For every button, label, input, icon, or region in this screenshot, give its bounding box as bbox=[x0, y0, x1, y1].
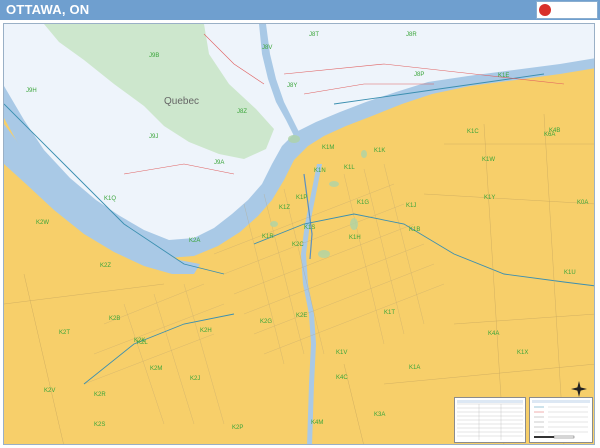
postal-K3A: K3A bbox=[374, 412, 385, 418]
postal-K2A: K2A bbox=[189, 238, 200, 244]
postal-K2J: K2J bbox=[190, 376, 200, 382]
postal-K1V: K1V bbox=[336, 350, 347, 356]
postal-K2V: K2V bbox=[44, 388, 55, 394]
postal-K2G: K2G bbox=[260, 319, 272, 325]
postal-K2L: K2L bbox=[137, 340, 148, 346]
postal-K2R: K2R bbox=[94, 392, 106, 398]
postal-J8Y: J8Y bbox=[287, 83, 297, 89]
postal-K2H: K2H bbox=[200, 328, 212, 334]
title-bar: OTTAWA, ON bbox=[0, 0, 600, 20]
legend-panel bbox=[529, 397, 593, 443]
logo-badge-icon bbox=[539, 4, 551, 16]
postal-K1Y: K1Y bbox=[484, 195, 495, 201]
postal-K2P: K2P bbox=[232, 425, 243, 431]
postal-K2W: K2W bbox=[36, 220, 49, 226]
map-canvas[interactable]: Quebec J9B J8V J8T J8R J9H J9J J8Z J8Y J… bbox=[3, 23, 595, 445]
postal-J9J: J9J bbox=[149, 134, 158, 140]
postal-K4C: K4C bbox=[336, 375, 348, 381]
postal-K2T: K2T bbox=[59, 330, 70, 336]
postal-K1Z: K1Z bbox=[279, 205, 290, 211]
postal-K1R: K1R bbox=[262, 234, 274, 240]
postal-K1P: K1P bbox=[296, 195, 307, 201]
postal-K2B: K2B bbox=[109, 316, 120, 322]
postal-J8V: J8V bbox=[262, 45, 272, 51]
legend-lines bbox=[532, 400, 590, 439]
postal-K1C: K1C bbox=[467, 129, 479, 135]
postal-J8P: J8P bbox=[414, 72, 424, 78]
postal-K1E: K1E bbox=[498, 73, 509, 79]
rideau-river bbox=[301, 164, 322, 444]
postal-J8Z: J8Z bbox=[237, 109, 247, 115]
place-label-quebec: Quebec bbox=[164, 96, 199, 107]
postal-J9A: J9A bbox=[214, 160, 224, 166]
postal-K1Q: K1Q bbox=[104, 196, 116, 202]
street-index-lines bbox=[457, 400, 523, 440]
postal-K1N: K1N bbox=[314, 168, 326, 174]
postal-J8R: J8R bbox=[406, 32, 417, 38]
postal-K6A: K6A bbox=[544, 132, 555, 138]
postal-K2S: K2S bbox=[94, 422, 105, 428]
publisher-logo bbox=[536, 1, 598, 19]
postal-J9H: J9H bbox=[26, 88, 37, 94]
map-svg: Quebec J9B J8V J8T J8R J9H J9J J8Z J8Y J… bbox=[4, 24, 594, 444]
postal-K1X: K1X bbox=[517, 350, 528, 356]
postal-K1G: K1G bbox=[357, 200, 369, 206]
postal-K2Z: K2Z bbox=[100, 263, 111, 269]
map-title: OTTAWA, ON bbox=[6, 2, 90, 17]
postal-K1K: K1K bbox=[374, 148, 385, 154]
postal-K1A: K1A bbox=[409, 365, 420, 371]
street-index-panel bbox=[454, 397, 526, 443]
north-arrow-icon bbox=[571, 381, 587, 397]
postal-J9B: J9B bbox=[149, 53, 159, 59]
postal-K4M: K4M bbox=[311, 420, 323, 426]
postal-K1U: K1U bbox=[564, 270, 576, 276]
postal-J8T: J8T bbox=[309, 32, 319, 38]
postal-K2C: K2C bbox=[292, 242, 304, 248]
postal-K1L: K1L bbox=[344, 165, 355, 171]
postal-K0A: K0A bbox=[577, 200, 588, 206]
postal-K1T: K1T bbox=[384, 310, 395, 316]
postal-K1J: K1J bbox=[406, 203, 416, 209]
postal-K1M: K1M bbox=[322, 145, 334, 151]
postal-K4A: K4A bbox=[488, 331, 499, 337]
postal-K2M: K2M bbox=[150, 366, 162, 372]
postal-K1W: K1W bbox=[482, 157, 495, 163]
postal-K2E: K2E bbox=[296, 313, 307, 319]
postal-K1S: K1S bbox=[304, 225, 315, 231]
postal-K1B: K1B bbox=[409, 227, 420, 233]
postal-K1H: K1H bbox=[349, 235, 361, 241]
